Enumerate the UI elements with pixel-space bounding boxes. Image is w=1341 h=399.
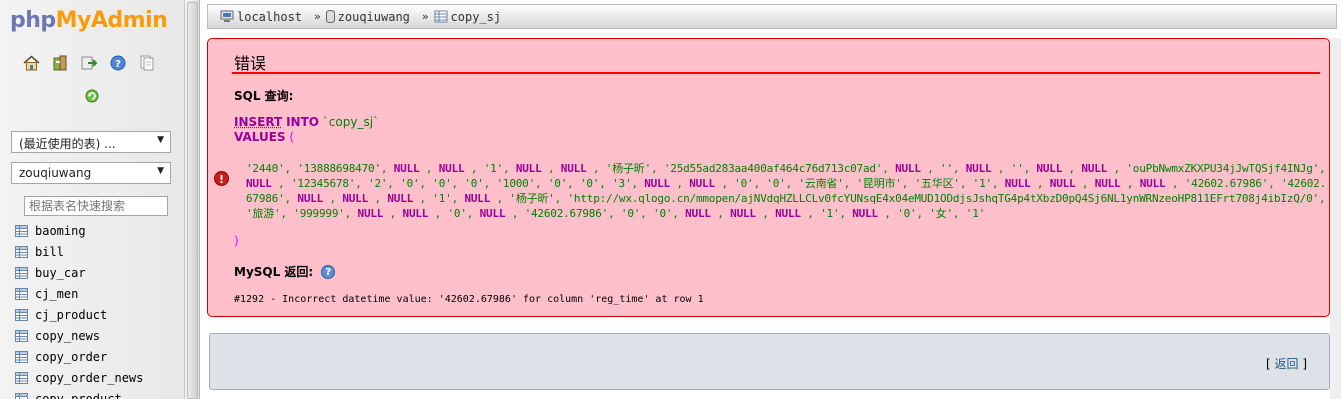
table-icon [434, 10, 448, 23]
table-filter-input[interactable] [24, 196, 168, 216]
breadcrumb-database[interactable]: zouqiuwang [338, 10, 410, 24]
page-scrollbar[interactable] [1330, 38, 1341, 399]
table-list: baoming bill buy_car cj_men cj_product copy_n… [15, 220, 143, 399]
home-icon[interactable] [22, 54, 40, 72]
table-icon [15, 266, 28, 279]
back-bracket-open: [ [1265, 357, 1271, 371]
sql-statement: INSERT INTO `copy_sj` VALUES ( [234, 115, 1324, 145]
breadcrumb-separator: » [421, 10, 429, 23]
table-list-item[interactable]: buy_car [15, 262, 143, 283]
sql-into-keyword: INTO [286, 115, 319, 129]
navigation-panel: phpMyAdmin ? (最近使用的表) ... ▼ zouqiuwang ▼… [0, 0, 185, 399]
phpmyadmin-logo[interactable]: phpMyAdmin [10, 8, 168, 33]
help-icon[interactable]: ? [109, 54, 127, 72]
sql-insert-keyword[interactable]: INSERT [234, 115, 282, 129]
table-name[interactable]: copy_news [35, 329, 100, 343]
recent-tables-select[interactable]: (最近使用的表) ... ▼ [11, 131, 171, 153]
table-name[interactable]: baoming [35, 224, 86, 238]
sql-query-label: SQL 查询: [234, 89, 294, 103]
table-list-item[interactable]: cj_product [15, 304, 143, 325]
table-name[interactable]: copy_order [35, 350, 107, 364]
chevron-down-icon: ▼ [157, 135, 164, 145]
mysql-response-label: MySQL 返回: ? [234, 263, 336, 280]
error-title-underline [232, 72, 1320, 74]
reload-nav [83, 87, 101, 105]
database-icon[interactable] [51, 54, 69, 72]
svg-text:?: ? [115, 59, 121, 70]
table-name[interactable]: copy_order_news [35, 371, 143, 385]
table-list-item[interactable]: bill [15, 241, 143, 262]
table-list-item[interactable]: copy_order [15, 346, 143, 367]
table-icon [15, 329, 28, 342]
table-icon [15, 287, 28, 300]
mysql-error-message: #1292 - Incorrect datetime value: '42602… [234, 294, 704, 305]
sql-close-paren: ) [234, 234, 239, 248]
table-icon [15, 224, 28, 237]
table-list-item[interactable]: copy_order_news [15, 367, 143, 388]
recent-tables-value: (最近使用的表) ... [19, 137, 116, 151]
nav-icon-bar: ? [22, 54, 156, 72]
breadcrumb-server[interactable]: localhost [237, 10, 302, 24]
back-bracket-close: ] [1302, 357, 1307, 371]
table-list-item[interactable]: copy_news [15, 325, 143, 346]
breadcrumb-separator: » [314, 10, 321, 23]
back-link-container: [ 返回 ] [1266, 355, 1307, 372]
table-list-item[interactable]: copy_product [15, 388, 143, 399]
chevron-down-icon: ▼ [157, 166, 164, 176]
logo-php: php [10, 8, 56, 33]
database-select[interactable]: zouqiuwang ▼ [11, 162, 171, 184]
error-title: 错误 [234, 54, 267, 73]
table-name[interactable]: buy_car [35, 266, 86, 280]
mysql-response-text: MySQL 返回: [234, 265, 314, 279]
logout-icon[interactable] [80, 54, 98, 72]
docs-icon[interactable] [138, 54, 156, 72]
table-name[interactable]: cj_product [35, 308, 107, 322]
table-list-item[interactable]: baoming [15, 220, 143, 241]
breadcrumb-bar: localhost » zouqiuwang » copy_sj [207, 4, 1337, 29]
nav-resize-scrollbar[interactable] [185, 0, 200, 399]
server-icon [220, 10, 234, 22]
back-link[interactable]: 返回 [1274, 357, 1298, 371]
logo-admin: Admin [90, 8, 168, 33]
error-icon: ! [214, 171, 229, 186]
sql-table-identifier: `copy_sj` [322, 115, 380, 129]
table-icon [15, 245, 28, 258]
table-name[interactable]: cj_men [35, 287, 78, 301]
table-icon [15, 371, 28, 384]
logo-my: My [55, 8, 92, 33]
table-name[interactable]: copy_product [35, 392, 122, 399]
database-select-value: zouqiuwang [19, 166, 92, 180]
scrollbar-thumb[interactable] [187, 2, 198, 399]
sql-values-keyword: VALUES [234, 130, 286, 144]
breadcrumb: localhost » zouqiuwang » copy_sj [207, 0, 1341, 35]
back-panel: [ 返回 ] [209, 333, 1330, 390]
table-list-item[interactable]: cj_men [15, 283, 143, 304]
breadcrumb-table[interactable]: copy_sj [451, 10, 502, 24]
help-icon[interactable]: ? [321, 264, 336, 279]
table-icon [15, 308, 28, 321]
table-icon [15, 350, 28, 363]
database-icon [325, 10, 335, 23]
table-name[interactable]: bill [35, 245, 64, 259]
sql-values-list: '2440', '13888698470', NULL , NULL , '1'… [246, 162, 1327, 220]
error-box: 错误 ! SQL 查询: INSERT INTO `copy_sj` VALUE… [207, 38, 1330, 317]
reload-icon[interactable] [83, 87, 101, 105]
table-icon [15, 392, 28, 399]
sql-open-paren: ( [289, 130, 295, 144]
